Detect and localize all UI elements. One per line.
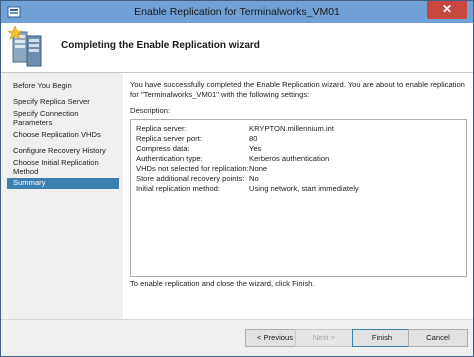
settings-row: Store additional recovery points: No <box>136 174 461 184</box>
setting-key: Initial replication method: <box>136 184 220 193</box>
setting-value: Kerberos authentication <box>249 154 330 163</box>
server-replication-icon <box>7 26 42 67</box>
wizard-header: Completing the Enable Replication wizard <box>1 23 473 73</box>
setting-key: Replica server port: <box>136 134 202 143</box>
setting-key: Replica server: <box>136 124 187 133</box>
setting-key: Authentication type: <box>136 154 203 163</box>
description-label: Description: <box>130 106 171 115</box>
settings-row: VHDs not selected for replication: None <box>136 164 461 174</box>
setting-value: Yes <box>249 144 262 153</box>
nav-step-choose-replication-vhds[interactable]: Choose Replication VHDs <box>7 130 119 139</box>
window-title: Enable Replication for Terminalworks_VM0… <box>134 6 340 18</box>
page-heading: Completing the Enable Replication wizard <box>61 40 260 51</box>
setting-key: Compress data: <box>136 144 190 153</box>
nav-step-specify-connection-parameters[interactable]: Specify Connection Parameters <box>7 109 119 127</box>
setting-value: KRYPTON.millennium.int <box>249 124 334 133</box>
setting-value: 80 <box>249 134 258 143</box>
settings-row: Replica server: KRYPTON.millennium.int <box>136 124 461 134</box>
nav-step-before-you-begin[interactable]: Before You Begin <box>7 81 119 90</box>
settings-row: Authentication type: Kerberos authentica… <box>136 154 461 164</box>
title-bar[interactable]: Enable Replication for Terminalworks_VM0… <box>1 1 473 23</box>
settings-row: Compress data: Yes <box>136 144 461 154</box>
setting-value: Using network, start immediately <box>249 184 359 193</box>
wizard-footer: < Previous Next > Finish Cancel <box>1 319 473 356</box>
summary-panel: You have successfully completed the Enab… <box>123 73 473 319</box>
nav-step-configure-recovery-history[interactable]: Configure Recovery History <box>7 146 119 155</box>
nav-step-specify-replica-server[interactable]: Specify Replica Server <box>7 97 119 106</box>
finish-button[interactable]: Finish <box>352 329 412 347</box>
settings-row: Replica server port: 80 <box>136 134 461 144</box>
finish-instruction: To enable replication and close the wiza… <box>130 279 315 288</box>
close-button[interactable]: ✕ <box>427 1 467 19</box>
wizard-step-nav: Before You Begin Specify Replica Server … <box>7 79 119 319</box>
wizard-window: Enable Replication for Terminalworks_VM0… <box>0 0 474 357</box>
setting-value: No <box>249 174 259 183</box>
setting-value: None <box>249 164 268 173</box>
nav-step-initial-replication-method[interactable]: Choose Initial Replication Method <box>7 158 119 176</box>
cancel-button[interactable]: Cancel <box>408 329 468 347</box>
setting-key: VHDs not selected for replication: <box>136 164 249 173</box>
intro-text: You have successfully completed the Enab… <box>130 80 465 99</box>
nav-step-summary[interactable]: Summary <box>7 178 119 189</box>
settings-row: Initial replication method: Using networ… <box>136 184 461 194</box>
setting-key: Store additional recovery points: <box>136 174 245 183</box>
description-box[interactable]: Replica server: KRYPTON.millennium.int R… <box>130 119 467 277</box>
next-button[interactable]: Next > <box>295 329 353 347</box>
